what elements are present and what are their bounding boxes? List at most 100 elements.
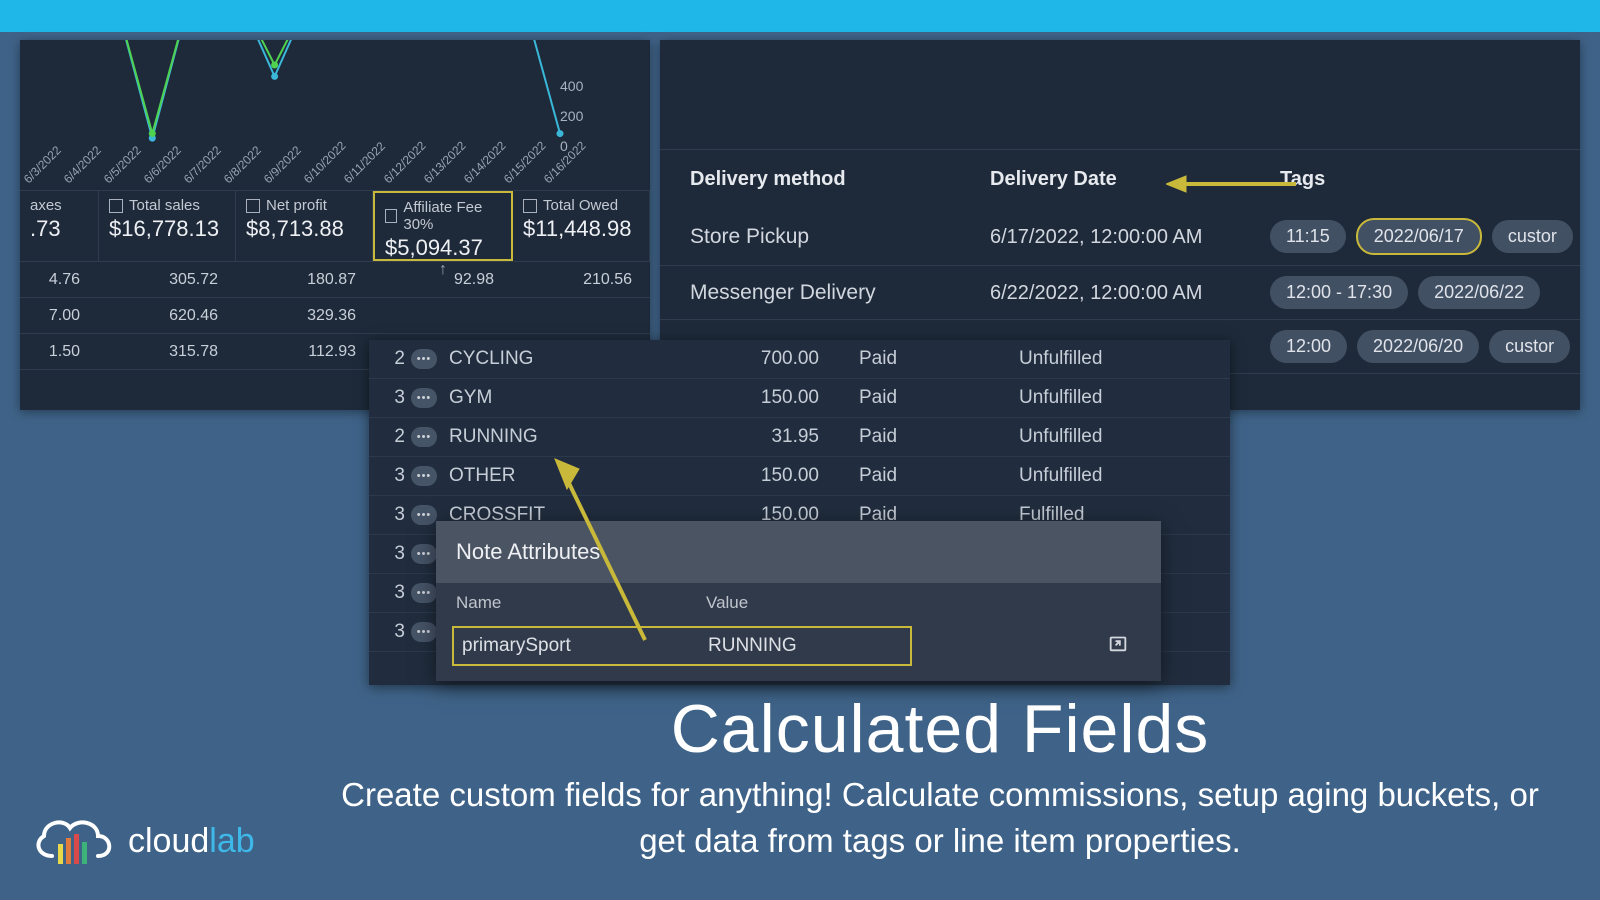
category-row[interactable]: 3••• GYM150.00PaidUnfulfilled: [369, 379, 1230, 418]
tag-list: 12:00 2022/06/20 custor: [1250, 330, 1570, 363]
payment-status: Paid: [859, 348, 1019, 370]
checkbox-icon[interactable]: [109, 199, 123, 213]
delivery-method: Store Pickup: [660, 225, 990, 249]
col-delivery-date[interactable]: Delivery Date: [990, 168, 1250, 191]
marketing-subtitle: Create custom fields for anything! Calcu…: [320, 772, 1560, 864]
checkbox-icon[interactable]: [523, 199, 537, 213]
category-row[interactable]: 2••• CYCLING700.00PaidUnfulfilled: [369, 340, 1230, 379]
y-tick: 400: [560, 78, 583, 94]
delivery-header-row: Delivery method Delivery Date Tags: [660, 150, 1580, 208]
fulfillment-status: Unfulfilled: [1019, 387, 1179, 409]
tag[interactable]: custor: [1492, 220, 1573, 253]
fulfillment-status: Unfulfilled: [1019, 465, 1179, 487]
amount: 150.00: [729, 387, 859, 409]
kpi-label: Net profit: [266, 197, 327, 214]
attr-name: primarySport: [462, 635, 708, 657]
kpi-value: $11,448.98: [523, 216, 639, 242]
more-icon[interactable]: •••: [411, 622, 437, 642]
highlighted-attribute: primarySport RUNNING: [452, 626, 912, 666]
payment-status: Paid: [859, 387, 1019, 409]
delivery-row[interactable]: Store Pickup6/17/2022, 12:00:00 AM 11:15 2…: [660, 208, 1580, 266]
kpi-value: $5,094.37: [385, 235, 501, 261]
tag[interactable]: 2022/06/17: [1356, 218, 1482, 255]
cloud-icon: [30, 812, 118, 870]
delivery-date: 6/17/2022, 12:00:00 AM: [990, 224, 1250, 250]
open-in-new-icon[interactable]: [1107, 632, 1129, 660]
marketing-block: Calculated Fields Create custom fields f…: [320, 690, 1560, 864]
top-accent-bar: [0, 0, 1600, 32]
badge-count: 3: [381, 621, 411, 643]
kpi-taxes[interactable]: axes .73: [20, 191, 99, 261]
kpi-value: $16,778.13: [109, 216, 225, 242]
badge-count: 3: [381, 504, 411, 526]
tag[interactable]: 2022/06/22: [1418, 276, 1540, 309]
badge-count: 2: [381, 426, 411, 448]
more-icon[interactable]: •••: [411, 427, 437, 447]
kpi-affiliate-fee[interactable]: Affiliate Fee 30% $5,094.37 ↑: [373, 191, 513, 261]
col-value: Value: [706, 593, 748, 613]
checkbox-icon[interactable]: [385, 209, 397, 223]
payment-status: Paid: [859, 465, 1019, 487]
more-icon[interactable]: •••: [411, 505, 437, 525]
more-icon[interactable]: •••: [411, 349, 437, 369]
badge-count: 3: [381, 387, 411, 409]
table-row[interactable]: 4.76305.72180.8792.98210.56: [20, 262, 650, 298]
tag[interactable]: 12:00 - 17:30: [1270, 276, 1408, 309]
trend-chart: 400 200 0 6/3/20226/4/20226/5/20226/6/20…: [20, 40, 650, 190]
tag[interactable]: 2022/06/20: [1357, 330, 1479, 363]
col-tags[interactable]: Tags: [1250, 168, 1325, 191]
badge-count: 2: [381, 348, 411, 370]
table-row[interactable]: 7.00620.46329.36: [20, 298, 650, 334]
col-name: Name: [456, 593, 706, 613]
checkbox-icon[interactable]: [246, 199, 260, 213]
logo-text: cloudlab: [128, 822, 255, 861]
badge-count: 3: [381, 582, 411, 604]
tag-list: 12:00 - 17:30 2022/06/22: [1250, 276, 1540, 309]
amount: 150.00: [729, 465, 859, 487]
kpi-total-owed[interactable]: Total Owed $11,448.98: [513, 191, 650, 261]
delivery-date: 6/22/2022, 12:00:00 AM: [990, 280, 1250, 306]
payment-status: Paid: [859, 426, 1019, 448]
category-name: CYCLING: [449, 348, 729, 370]
category-row[interactable]: 2••• RUNNING31.95PaidUnfulfilled: [369, 418, 1230, 457]
y-tick: 200: [560, 108, 583, 124]
kpi-label: axes: [30, 197, 62, 214]
kpi-value: $8,713.88: [246, 216, 362, 242]
fulfillment-status: Unfulfilled: [1019, 426, 1179, 448]
tag[interactable]: 12:00: [1270, 330, 1347, 363]
badge-count: 3: [381, 465, 411, 487]
x-axis-labels: 6/3/20226/4/20226/5/20226/6/20226/7/2022…: [20, 160, 560, 174]
kpi-net-profit[interactable]: Net profit $8,713.88: [236, 191, 373, 261]
kpi-label: Total Owed: [543, 197, 618, 214]
note-attribute-row[interactable]: primarySport RUNNING: [452, 625, 1145, 667]
more-icon[interactable]: •••: [411, 466, 437, 486]
category-name: GYM: [449, 387, 729, 409]
more-icon[interactable]: •••: [411, 583, 437, 603]
badge-count: 3: [381, 543, 411, 565]
note-attributes-title: Note Attributes: [436, 521, 1161, 583]
fulfillment-status: Unfulfilled: [1019, 348, 1179, 370]
category-row[interactable]: 3••• OTHER150.00PaidUnfulfilled: [369, 457, 1230, 496]
category-name: RUNNING: [449, 426, 729, 448]
delivery-method: Messenger Delivery: [660, 281, 990, 305]
delivery-row[interactable]: Messenger Delivery6/22/2022, 12:00:00 AM…: [660, 266, 1580, 320]
amount: 31.95: [729, 426, 859, 448]
tag[interactable]: 11:15: [1270, 220, 1346, 253]
more-icon[interactable]: •••: [411, 388, 437, 408]
cloudlab-logo: cloudlab: [30, 812, 255, 870]
kpi-header-row: axes .73 Total sales $16,778.13 Net prof…: [20, 190, 650, 262]
attr-value: RUNNING: [708, 635, 797, 657]
kpi-label: Total sales: [129, 197, 200, 214]
more-icon[interactable]: •••: [411, 544, 437, 564]
amount: 700.00: [729, 348, 859, 370]
note-attributes-columns: Name Value: [436, 583, 1161, 621]
marketing-title: Calculated Fields: [320, 690, 1560, 768]
col-delivery-method[interactable]: Delivery method: [660, 168, 990, 191]
kpi-total-sales[interactable]: Total sales $16,778.13: [99, 191, 236, 261]
tag-list: 11:15 2022/06/17 custor: [1250, 218, 1573, 255]
tag[interactable]: custor: [1489, 330, 1570, 363]
kpi-value: .73: [30, 216, 88, 242]
arrow-up-icon: ↑: [385, 261, 501, 279]
category-name: OTHER: [449, 465, 729, 487]
note-attributes-popup: Note Attributes Name Value primarySport …: [436, 521, 1161, 681]
